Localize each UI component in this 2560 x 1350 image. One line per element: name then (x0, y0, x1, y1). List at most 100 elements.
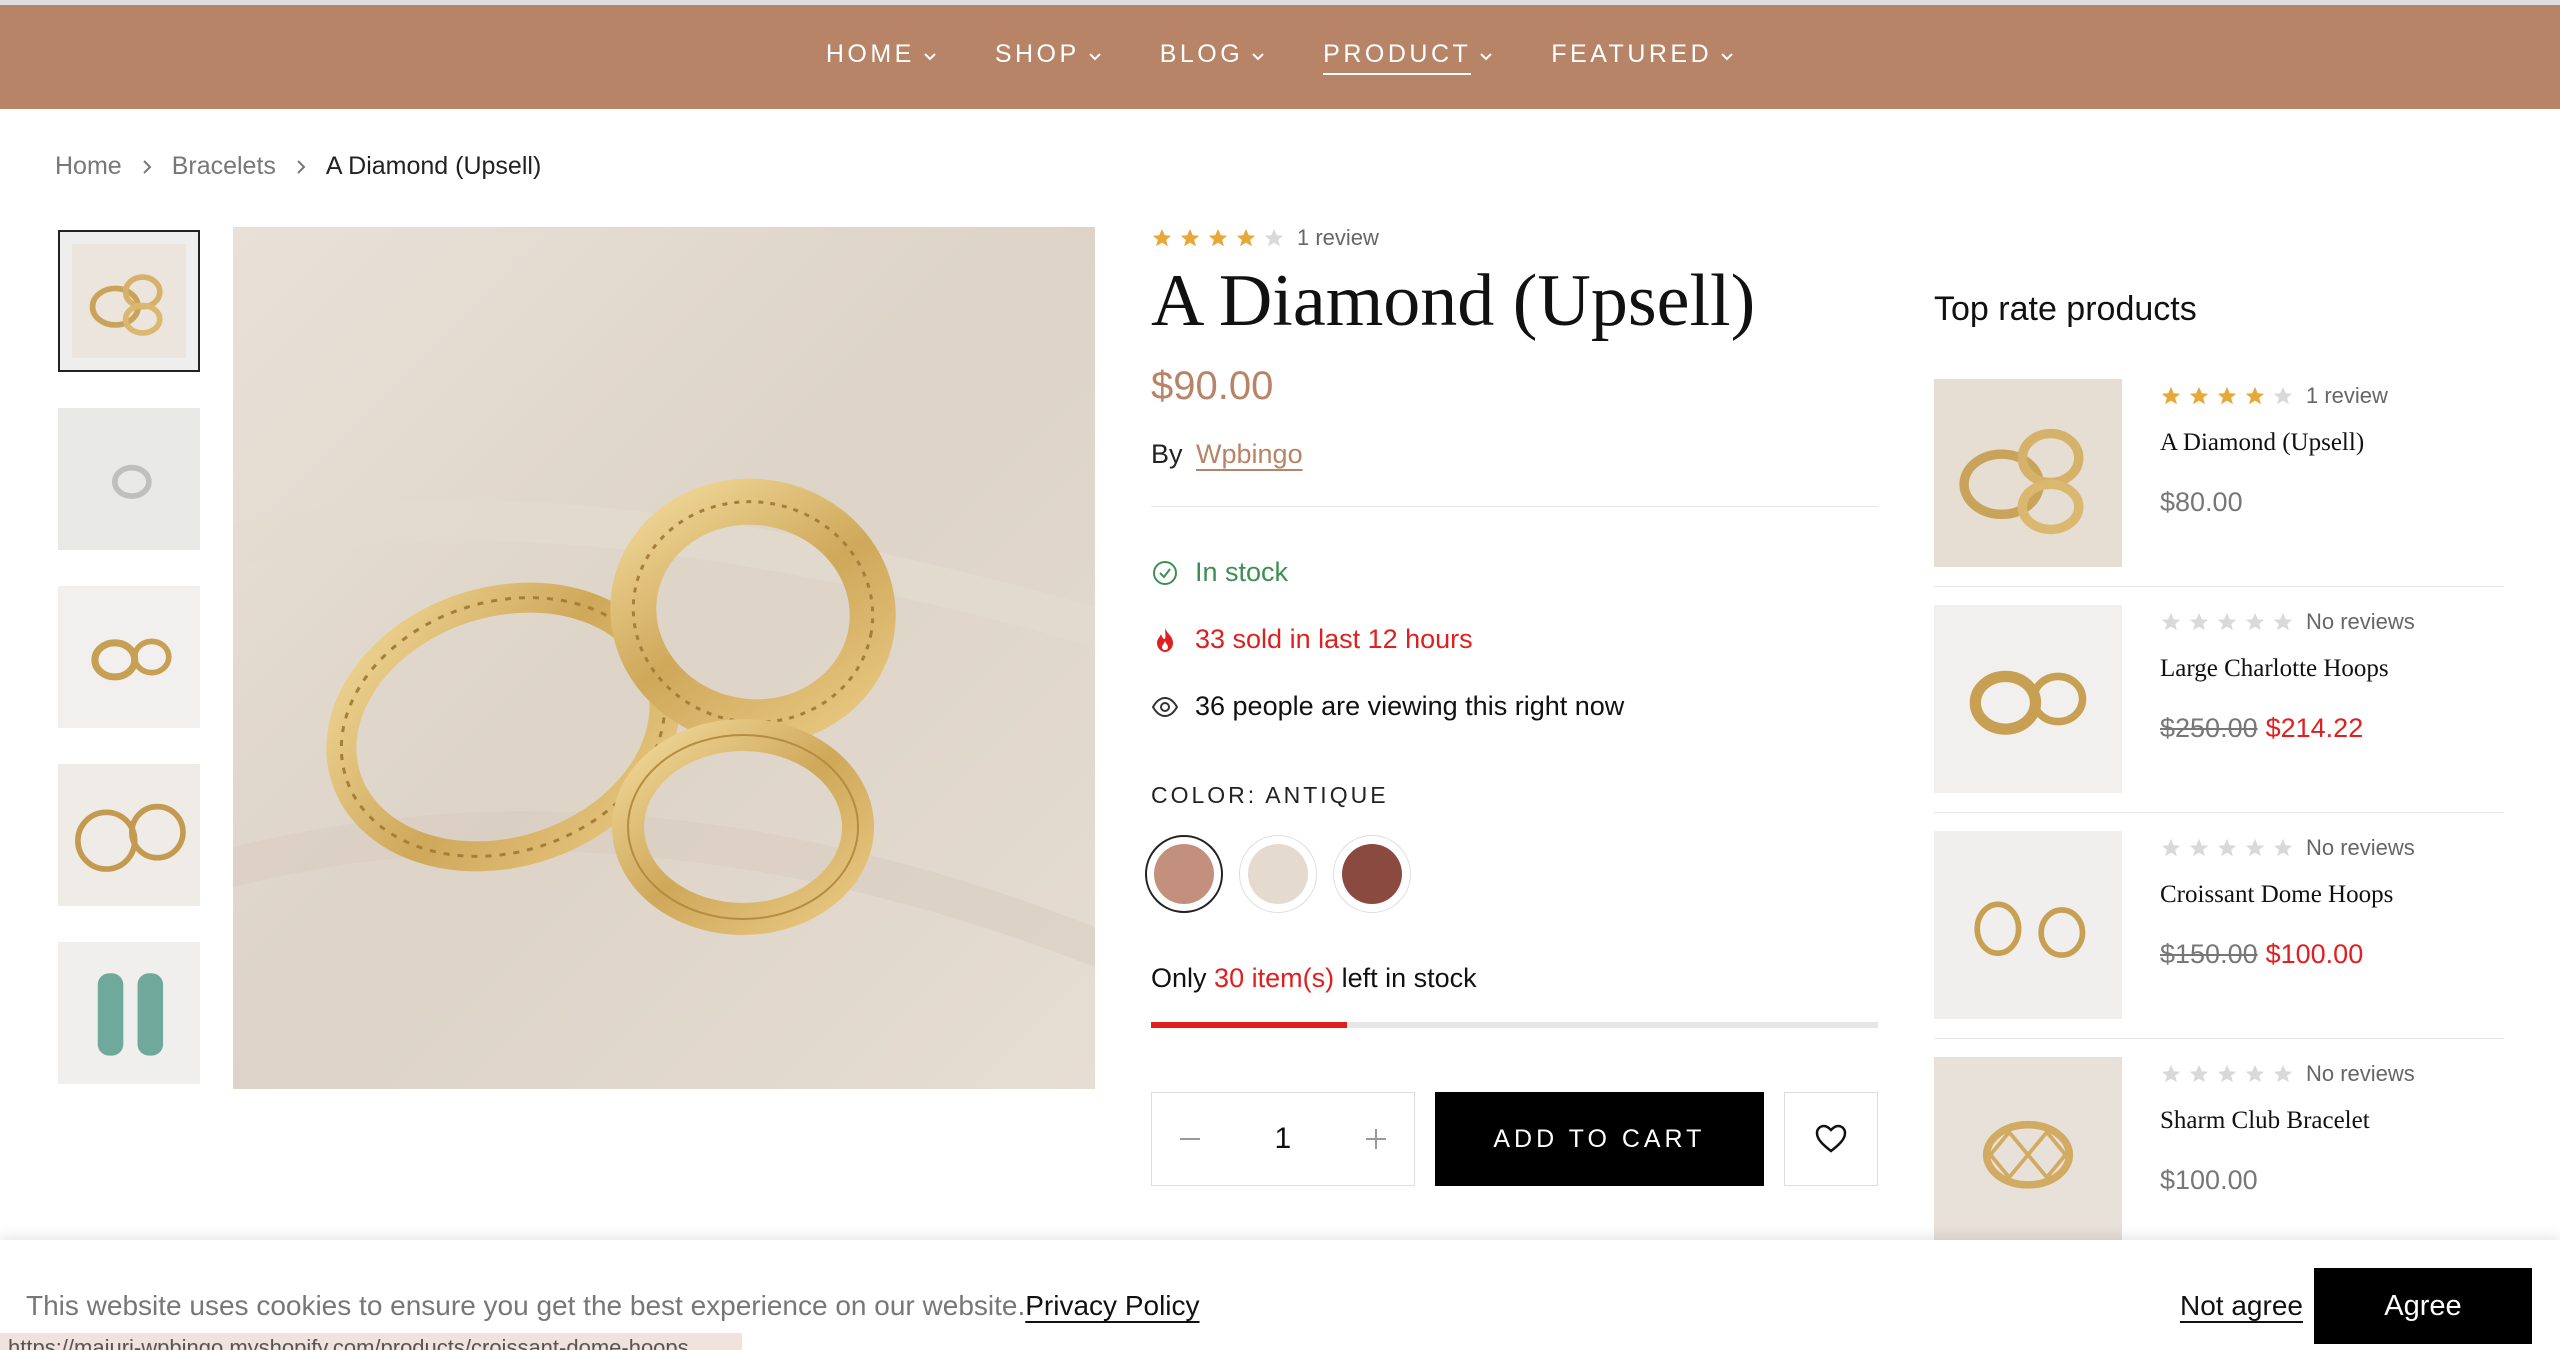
product-thumbnail[interactable] (1934, 379, 2122, 567)
eye-icon (1151, 696, 1179, 717)
product-info: 1 review A Diamond (Upsell) $90.00 By Wp… (1145, 225, 1878, 1187)
product-rating: No reviews (2160, 1061, 2415, 1087)
quantity-stepper: 1 (1151, 1092, 1415, 1187)
vendor-line: By Wpbingo (1151, 439, 1878, 470)
nav-featured[interactable]: FEATURED (1551, 40, 1734, 75)
star-icon (2189, 386, 2209, 405)
star-empty-icon (2161, 612, 2181, 631)
star-empty-icon (2273, 612, 2293, 631)
review-count: 1 review (2306, 383, 2388, 408)
sold-count-text: 33 sold in last 12 hours (1195, 624, 1473, 655)
nav-featured-label: FEATURED (1551, 39, 1713, 68)
top-rated-list: 1 review A Diamond (Upsell) $80.00 No re… (1934, 379, 2504, 1265)
product-thumbnail[interactable] (1934, 831, 2122, 1019)
list-item: No reviews Large Charlotte Hoops $250.00… (1934, 605, 2504, 813)
teal-earrings-image (58, 942, 200, 1084)
thumbnail-5[interactable] (58, 942, 200, 1084)
cookie-text: This website uses cookies to ensure you … (26, 1290, 1026, 1321)
product-price: $80.00 (2160, 487, 2243, 517)
review-count: No reviews (2306, 609, 2415, 634)
swatch-antique[interactable] (1145, 835, 1223, 914)
cart-actions: 1 ADD TO CART (1151, 1092, 1878, 1187)
star-empty-icon (2245, 838, 2265, 857)
star-empty-icon (2217, 838, 2237, 857)
color-swatches (1145, 835, 1878, 914)
product-details: No reviews Sharm Club Bracelet $100.00 (2160, 1057, 2415, 1247)
star-empty-icon (2161, 838, 2181, 857)
sale-price: $100.00 (2265, 939, 2364, 969)
stock-status-text: In stock (1195, 557, 1289, 588)
old-price: $250.00 (2160, 713, 2258, 743)
add-to-cart-button[interactable]: ADD TO CART (1434, 1092, 1765, 1187)
swatch-color (1248, 844, 1308, 905)
star-icon (1180, 228, 1200, 247)
chevron-down-icon (1088, 53, 1101, 61)
sale-price: $214.22 (2265, 713, 2364, 743)
status-url: https://maiuri-wpbingo.myshopify.com/pro… (0, 1333, 742, 1350)
product-name[interactable]: Croissant Dome Hoops (2160, 881, 2415, 909)
quantity-value[interactable]: 1 (1274, 1122, 1291, 1156)
nav-home-label: HOME (825, 39, 915, 68)
product-thumbnail[interactable] (1934, 605, 2122, 793)
nav-blog[interactable]: BLOG (1160, 40, 1265, 75)
star-icon (2217, 386, 2237, 405)
chevron-right-icon (297, 159, 306, 174)
top-rated-sidebar: Top rate products 1 review A Diamond (Up… (1934, 290, 2504, 1283)
star-empty-icon (2273, 1064, 2293, 1083)
swatch-brown[interactable] (1333, 835, 1411, 914)
hoop-earrings-image (58, 764, 200, 906)
product-thumbnail[interactable] (1934, 1057, 2122, 1245)
product-rating: No reviews (2160, 609, 2415, 635)
product-price: $150.00 $100.00 (2160, 939, 2415, 970)
product-title: A Diamond (Upsell) (1151, 260, 1756, 342)
star-empty-icon (2189, 612, 2209, 631)
stock-progress-bar (1151, 1022, 1878, 1029)
product-price: $90.00 (1151, 364, 1274, 409)
plus-icon[interactable] (1362, 1125, 1390, 1153)
main-nav: HOME SHOP BLOG PRODUCT FEATURED (0, 5, 2560, 109)
silver-ring-image (58, 408, 200, 550)
rings-image (1934, 379, 2122, 567)
bracelet-image (1934, 1057, 2122, 1245)
vendor-link[interactable]: Wpbingo (1196, 439, 1303, 469)
star-empty-icon (2189, 1064, 2209, 1083)
viewer-count: 36 people are viewing this right now (1151, 691, 1878, 722)
star-empty-icon (1264, 228, 1284, 247)
color-label: COLOR: ANTIQUE (1151, 782, 1389, 809)
thumbnail-1[interactable] (58, 230, 200, 372)
nav-product[interactable]: PRODUCT (1323, 40, 1493, 75)
wishlist-button[interactable] (1784, 1092, 1878, 1187)
thumbnail-2[interactable] (58, 408, 200, 550)
breadcrumb-bracelets[interactable]: Bracelets (172, 152, 276, 181)
stock-progress-fill (1151, 1022, 1348, 1029)
main-product-image[interactable] (233, 227, 1095, 1089)
sidebar-title: Top rate products (1934, 290, 2197, 328)
list-item: 1 review A Diamond (Upsell) $80.00 (1934, 379, 2504, 587)
nav-shop[interactable]: SHOP (995, 40, 1102, 75)
chevron-right-icon (142, 159, 152, 174)
nav-home[interactable]: HOME (826, 40, 937, 75)
thumbnail-3[interactable] (58, 586, 200, 728)
product-name[interactable]: Sharm Club Bracelet (2160, 1107, 2415, 1135)
star-icon (1236, 228, 1256, 247)
privacy-policy-link[interactable]: Privacy Policy (1025, 1290, 1199, 1321)
review-count: No reviews (2306, 835, 2415, 860)
star-empty-icon (2245, 1064, 2265, 1083)
product-name[interactable]: A Diamond (Upsell) (2160, 429, 2388, 457)
breadcrumb-home[interactable]: Home (55, 152, 122, 181)
list-item: No reviews Sharm Club Bracelet $100.00 (1934, 1057, 2504, 1265)
product-name[interactable]: Large Charlotte Hoops (2160, 655, 2415, 683)
agree-button[interactable]: Agree (2314, 1268, 2532, 1344)
not-agree-button[interactable]: Not agree (2180, 1290, 2303, 1322)
star-empty-icon (2217, 1064, 2237, 1083)
nav-shop-label: SHOP (994, 39, 1080, 68)
by-label: By (1151, 439, 1183, 470)
minus-icon[interactable] (1176, 1125, 1204, 1153)
rings-image (72, 244, 186, 358)
breadcrumb: Home Bracelets A Diamond (Upsell) (55, 152, 541, 181)
review-count[interactable]: 1 review (1297, 225, 1379, 251)
thumbnail-4[interactable] (58, 764, 200, 906)
swatch-cream[interactable] (1239, 835, 1317, 914)
star-icon (1152, 228, 1172, 247)
dome-hoops-image (1934, 831, 2122, 1019)
